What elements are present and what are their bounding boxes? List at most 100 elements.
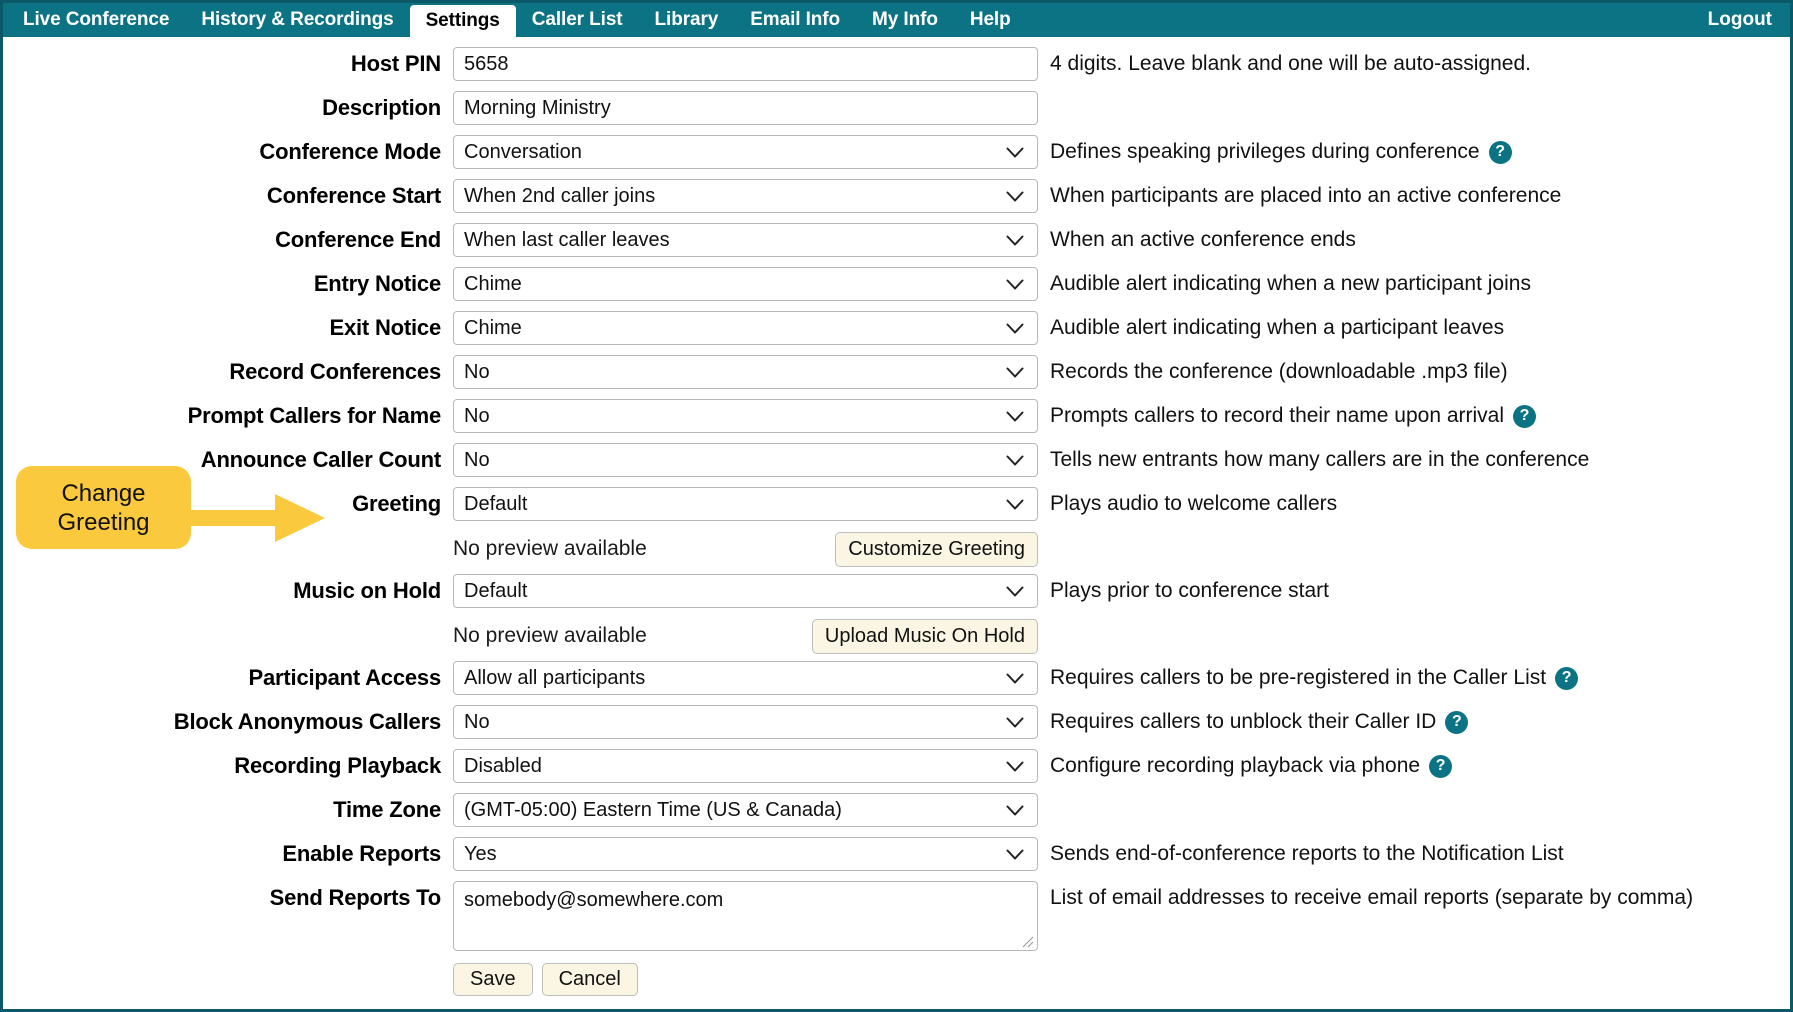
select-value: No — [464, 711, 490, 733]
nav-item-library[interactable]: Library — [639, 3, 735, 37]
chevron-down-icon — [1005, 488, 1025, 520]
form-action-bar: Save Cancel — [3, 959, 1790, 996]
form-row-block-anonymous-callers: Block Anonymous Callers No Requires caller… — [3, 705, 1790, 749]
select-conference-end[interactable]: When last caller leaves — [453, 223, 1038, 257]
select-value: Conversation — [464, 141, 582, 163]
form-row-prompt-callers-for-name: Prompt Callers for Name No Prompts callers… — [3, 399, 1790, 443]
field-container: somebody@somewhere.com — [453, 881, 1038, 951]
select-entry-notice[interactable]: Chime — [453, 267, 1038, 301]
chevron-down-icon — [1005, 136, 1025, 168]
select-conference-start[interactable]: When 2nd caller joins — [453, 179, 1038, 213]
label-conference-end: Conference End — [275, 227, 441, 252]
field-container: When 2nd caller joins — [453, 179, 1038, 213]
help-text: Sends end-of-conference reports to the N… — [1038, 837, 1564, 871]
help-text: Audible alert indicating when a particip… — [1038, 311, 1504, 345]
field-container: When last caller leaves — [453, 223, 1038, 257]
nav-item-help[interactable]: Help — [954, 3, 1027, 37]
chevron-down-icon — [1005, 794, 1025, 826]
form-row-send-reports-to: Send Reports To somebody@somewhere.com Lis… — [3, 881, 1790, 959]
select-value: (GMT-05:00) Eastern Time (US & Canada) — [464, 799, 842, 821]
form-row-conference-end: Conference End When last caller leaves Whe… — [3, 223, 1790, 267]
label-conference-mode: Conference Mode — [259, 139, 441, 164]
nav-item-email-info[interactable]: Email Info — [734, 3, 856, 37]
label-participant-access: Participant Access — [248, 665, 442, 690]
chevron-down-icon — [1005, 356, 1025, 388]
help-text-label: Configure recording playback via phone — [1050, 754, 1421, 777]
chevron-down-icon — [1005, 662, 1025, 694]
help-text: Configure recording playback via phone? — [1038, 749, 1453, 783]
help-text-label: Audible alert indicating when a particip… — [1050, 316, 1505, 339]
form-row-conference-start: Conference Start When 2nd caller joins Whe… — [3, 179, 1790, 223]
select-enable-reports[interactable]: Yes — [453, 837, 1038, 871]
help-text-label: Tells new entrants how many callers are … — [1050, 448, 1590, 471]
preview-action-row: No preview available Upload Music On Hold — [453, 618, 1038, 654]
field-container: Chime — [453, 311, 1038, 345]
select-prompt-callers-for-name[interactable]: No — [453, 399, 1038, 433]
question-mark-icon[interactable]: ? — [1429, 754, 1453, 778]
nav-item-settings[interactable]: Settings — [409, 5, 516, 37]
form-row-exit-notice: Exit Notice Chime Audible alert indicating… — [3, 311, 1790, 355]
select-exit-notice[interactable]: Chime — [453, 311, 1038, 345]
help-text-label: Sends end-of-conference reports to the N… — [1050, 842, 1564, 865]
chevron-down-icon — [1005, 444, 1025, 476]
nav-item-my-info[interactable]: My Info — [856, 3, 954, 37]
help-text: Defines speaking privileges during confe… — [1038, 135, 1512, 169]
form-row-record-conferences: Record Conferences No Records the conferen… — [3, 355, 1790, 399]
chevron-down-icon — [1005, 224, 1025, 256]
help-text — [1038, 91, 1050, 125]
nav-item-live-conference[interactable]: Live Conference — [7, 3, 185, 37]
nav-item-caller-list[interactable]: Caller List — [516, 3, 639, 37]
logout-link[interactable]: Logout — [1692, 3, 1790, 37]
field-container: Conversation — [453, 135, 1038, 169]
callout-arrow-icon — [189, 494, 325, 542]
label-description: Description — [322, 95, 441, 120]
upload-music-on-hold-button[interactable]: Upload Music On Hold — [811, 618, 1038, 654]
chevron-down-icon — [1005, 706, 1025, 738]
select-music-on-hold[interactable]: Default — [453, 574, 1038, 608]
help-text-label: Requires callers to be pre-registered in… — [1050, 666, 1547, 689]
help-text: When participants are placed into an act… — [1038, 179, 1561, 213]
help-text: Records the conference (downloadable .mp… — [1038, 355, 1508, 389]
label-exit-notice: Exit Notice — [329, 315, 442, 340]
select-greeting[interactable]: Default — [453, 487, 1038, 521]
customize-greeting-button[interactable]: Customize Greeting — [835, 531, 1038, 567]
form-row-time-zone: Time Zone (GMT-05:00) Eastern Time (US & … — [3, 793, 1790, 837]
textarea-value: somebody@somewhere.com — [464, 889, 724, 911]
select-record-conferences[interactable]: No — [453, 355, 1038, 389]
help-text-label: Audible alert indicating when a new part… — [1050, 272, 1531, 295]
select-recording-playback[interactable]: Disabled — [453, 749, 1038, 783]
save-button[interactable]: Save — [453, 963, 533, 996]
question-mark-icon[interactable]: ? — [1488, 140, 1512, 164]
nav-item-history-recordings[interactable]: History & Recordings — [185, 3, 409, 37]
select-value: Chime — [464, 317, 522, 339]
form-row-subrow: No preview available Upload Music On Hold — [3, 618, 1790, 661]
question-mark-icon[interactable]: ? — [1445, 710, 1469, 734]
help-text-label: Plays audio to welcome callers — [1050, 492, 1338, 515]
main-navigation: Live Conference History & Recordings Setti… — [3, 3, 1790, 37]
form-row-entry-notice: Entry Notice Chime Audible alert indicatin… — [3, 267, 1790, 311]
select-value: When 2nd caller joins — [464, 185, 656, 207]
form-row-conference-mode: Conference Mode Conversation Defines speak… — [3, 135, 1790, 179]
question-mark-icon[interactable]: ? — [1513, 404, 1537, 428]
input-host-pin[interactable]: 5658 — [453, 47, 1038, 81]
select-participant-access[interactable]: Allow all participants — [453, 661, 1038, 695]
label-send-reports-to: Send Reports To — [269, 885, 442, 910]
textarea-send-reports-to[interactable]: somebody@somewhere.com — [453, 881, 1038, 951]
chevron-down-icon — [1005, 575, 1025, 607]
select-conference-mode[interactable]: Conversation — [453, 135, 1038, 169]
select-value: Default — [464, 493, 528, 515]
field-container: Disabled — [453, 749, 1038, 783]
select-announce-caller-count[interactable]: No — [453, 443, 1038, 477]
field-container: 5658 — [453, 47, 1038, 81]
chevron-down-icon — [1005, 400, 1025, 432]
resize-grip-icon — [1022, 936, 1034, 948]
input-description[interactable]: Morning Ministry — [453, 91, 1038, 125]
question-mark-icon[interactable]: ? — [1555, 666, 1579, 690]
help-text — [1038, 793, 1050, 827]
select-time-zone[interactable]: (GMT-05:00) Eastern Time (US & Canada) — [453, 793, 1038, 827]
select-block-anonymous-callers[interactable]: No — [453, 705, 1038, 739]
cancel-button[interactable]: Cancel — [541, 963, 638, 996]
help-text — [1038, 531, 1050, 565]
help-text-label: When participants are placed into an act… — [1050, 184, 1562, 207]
